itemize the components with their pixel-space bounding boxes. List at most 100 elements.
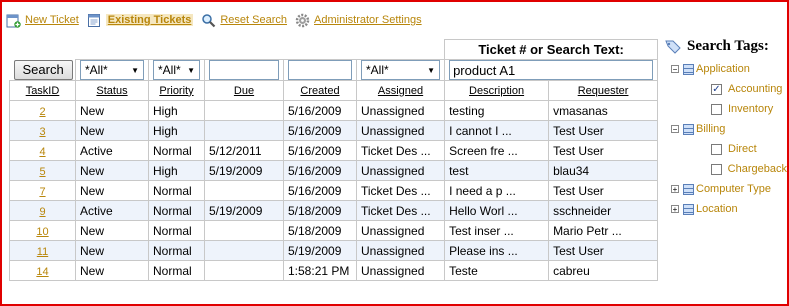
collapse-icon[interactable]: − bbox=[671, 125, 679, 134]
requester-cell: Test User bbox=[548, 240, 659, 261]
column-header-taskid[interactable]: TaskID bbox=[9, 80, 76, 101]
search-text-input[interactable]: product A1 bbox=[449, 60, 654, 80]
reset-search-link[interactable]: Reset Search bbox=[201, 13, 287, 28]
task-id-link[interactable]: 7 bbox=[39, 186, 45, 198]
priority-cell: Normal bbox=[148, 180, 205, 201]
requester-cell: Test User bbox=[548, 180, 659, 201]
priority-cell: Normal bbox=[148, 200, 205, 221]
column-header-description[interactable]: Description bbox=[444, 80, 550, 101]
tag-node-accounting[interactable]: ✓ Accounting bbox=[665, 79, 787, 99]
created-cell: 5/16/2009 bbox=[283, 160, 357, 181]
table-row[interactable]: 3 New High 5/16/2009 Unassigned I cannot I ..… bbox=[9, 120, 659, 141]
description-cell: Screen fre ... bbox=[444, 140, 550, 161]
priority-filter-select[interactable]: *All* ▼ bbox=[153, 60, 200, 80]
search-button[interactable]: Search bbox=[13, 59, 73, 80]
due-cell bbox=[204, 100, 284, 121]
due-cell: 5/19/2009 bbox=[204, 160, 284, 181]
table-row[interactable]: 10 New Normal 5/18/2009 Unassigned Test inser… bbox=[9, 220, 659, 241]
column-header-created[interactable]: Created bbox=[283, 80, 357, 101]
table-row[interactable]: 2 New High 5/16/2009 Unassigned testing vmasan… bbox=[9, 100, 659, 121]
admin-settings-label: Administrator Settings bbox=[314, 14, 422, 26]
inventory-checkbox[interactable] bbox=[711, 103, 722, 115]
assigned-cell: Unassigned bbox=[355, 160, 446, 181]
tag-node-application[interactable]: − Application bbox=[665, 59, 787, 79]
column-header-priority[interactable]: Priority bbox=[148, 80, 205, 101]
chargeback-checkbox[interactable] bbox=[711, 163, 722, 175]
tag-node-inventory[interactable]: Inventory bbox=[665, 99, 787, 119]
created-cell: 5/18/2009 bbox=[283, 220, 357, 241]
dropdown-arrow-icon: ▼ bbox=[187, 65, 195, 75]
due-cell bbox=[204, 240, 284, 261]
requester-cell: blau34 bbox=[548, 160, 659, 181]
existing-tickets-link[interactable]: Existing Tickets bbox=[87, 13, 194, 28]
ticket-grid: Ticket # or Search Text: Search *All* ▼ *… bbox=[9, 39, 659, 281]
tag-node-chargeback[interactable]: Chargeback bbox=[665, 159, 787, 179]
task-id-cell: 2 bbox=[9, 100, 76, 121]
expand-icon[interactable]: + bbox=[671, 205, 679, 214]
description-cell: Test inser ... bbox=[444, 220, 550, 241]
table-row[interactable]: 9 Active Normal 5/19/2009 5/18/2009 Ticket De… bbox=[9, 200, 659, 221]
task-id-link[interactable]: 5 bbox=[39, 166, 45, 178]
new-ticket-icon bbox=[6, 14, 21, 28]
task-id-cell: 14 bbox=[9, 260, 76, 281]
expand-icon[interactable]: + bbox=[671, 185, 679, 194]
due-cell: 5/19/2009 bbox=[204, 200, 284, 221]
search-text-header: Ticket # or Search Text: bbox=[444, 39, 659, 60]
table-row[interactable]: 5 New High 5/19/2009 5/16/2009 Unassigned test… bbox=[9, 160, 659, 181]
tag-node-direct[interactable]: Direct bbox=[665, 139, 787, 159]
status-cell: New bbox=[75, 220, 149, 241]
task-id-link[interactable]: 14 bbox=[36, 266, 48, 278]
requester-cell: sschneider bbox=[548, 200, 659, 221]
status-cell: New bbox=[75, 260, 149, 281]
column-header-requester[interactable]: Requester bbox=[548, 80, 659, 101]
priority-cell: Normal bbox=[148, 220, 205, 241]
table-row[interactable]: 14 New Normal 1:58:21 PM Unassigned Teste cabr… bbox=[9, 260, 659, 281]
task-id-link[interactable]: 9 bbox=[39, 206, 45, 218]
table-row[interactable]: 7 New Normal 5/16/2009 Ticket Des ... I need … bbox=[9, 180, 659, 201]
direct-checkbox[interactable] bbox=[711, 143, 722, 155]
tag-node-location[interactable]: + Location bbox=[665, 199, 787, 219]
tag-node-computer-type[interactable]: + Computer Type bbox=[665, 179, 787, 199]
created-cell: 5/18/2009 bbox=[283, 200, 357, 221]
new-ticket-link[interactable]: New Ticket bbox=[6, 13, 79, 28]
column-header-status[interactable]: Status bbox=[75, 80, 149, 101]
task-id-cell: 7 bbox=[9, 180, 76, 201]
status-filter-select[interactable]: *All* ▼ bbox=[80, 60, 144, 80]
due-filter-input[interactable] bbox=[209, 60, 279, 80]
gear-icon bbox=[295, 13, 310, 27]
dropdown-arrow-icon: ▼ bbox=[427, 65, 436, 75]
created-cell: 5/16/2009 bbox=[283, 120, 357, 141]
task-id-link[interactable]: 2 bbox=[39, 106, 45, 118]
dropdown-arrow-icon: ▼ bbox=[131, 65, 139, 75]
tag-group-icon bbox=[683, 123, 694, 135]
due-cell bbox=[204, 180, 284, 201]
tag-group-icon bbox=[683, 63, 694, 75]
table-row[interactable]: 4 Active Normal 5/12/2011 5/16/2009 Ticket De… bbox=[9, 140, 659, 161]
assigned-cell: Ticket Des ... bbox=[355, 180, 446, 201]
table-row[interactable]: 11 New Normal 5/19/2009 Unassigned Please ins… bbox=[9, 240, 659, 261]
collapse-icon[interactable]: − bbox=[671, 65, 679, 74]
due-cell bbox=[204, 120, 284, 141]
column-header-assigned[interactable]: Assigned bbox=[355, 80, 446, 101]
status-cell: New bbox=[75, 120, 149, 141]
task-id-link[interactable]: 4 bbox=[39, 146, 45, 158]
column-header-due[interactable]: Due bbox=[204, 80, 284, 101]
assigned-cell: Unassigned bbox=[355, 120, 446, 141]
tag-node-billing[interactable]: − Billing bbox=[665, 119, 787, 139]
tag-group-icon bbox=[683, 183, 694, 195]
task-id-link[interactable]: 3 bbox=[39, 126, 45, 138]
magnifier-icon bbox=[202, 13, 216, 27]
tag-icon bbox=[665, 40, 681, 54]
admin-settings-link[interactable]: Administrator Settings bbox=[295, 13, 422, 28]
status-cell: New bbox=[75, 240, 149, 261]
task-id-link[interactable]: 11 bbox=[37, 246, 48, 258]
accounting-checkbox[interactable]: ✓ bbox=[711, 83, 722, 95]
created-filter-input[interactable] bbox=[288, 60, 352, 80]
created-cell: 1:58:21 PM bbox=[283, 260, 357, 281]
status-cell: New bbox=[75, 100, 149, 121]
task-id-cell: 3 bbox=[9, 120, 76, 141]
priority-cell: High bbox=[148, 160, 205, 181]
assigned-filter-select[interactable]: *All* ▼ bbox=[361, 60, 441, 80]
assigned-cell: Ticket Des ... bbox=[355, 140, 446, 161]
task-id-link[interactable]: 10 bbox=[36, 226, 48, 238]
